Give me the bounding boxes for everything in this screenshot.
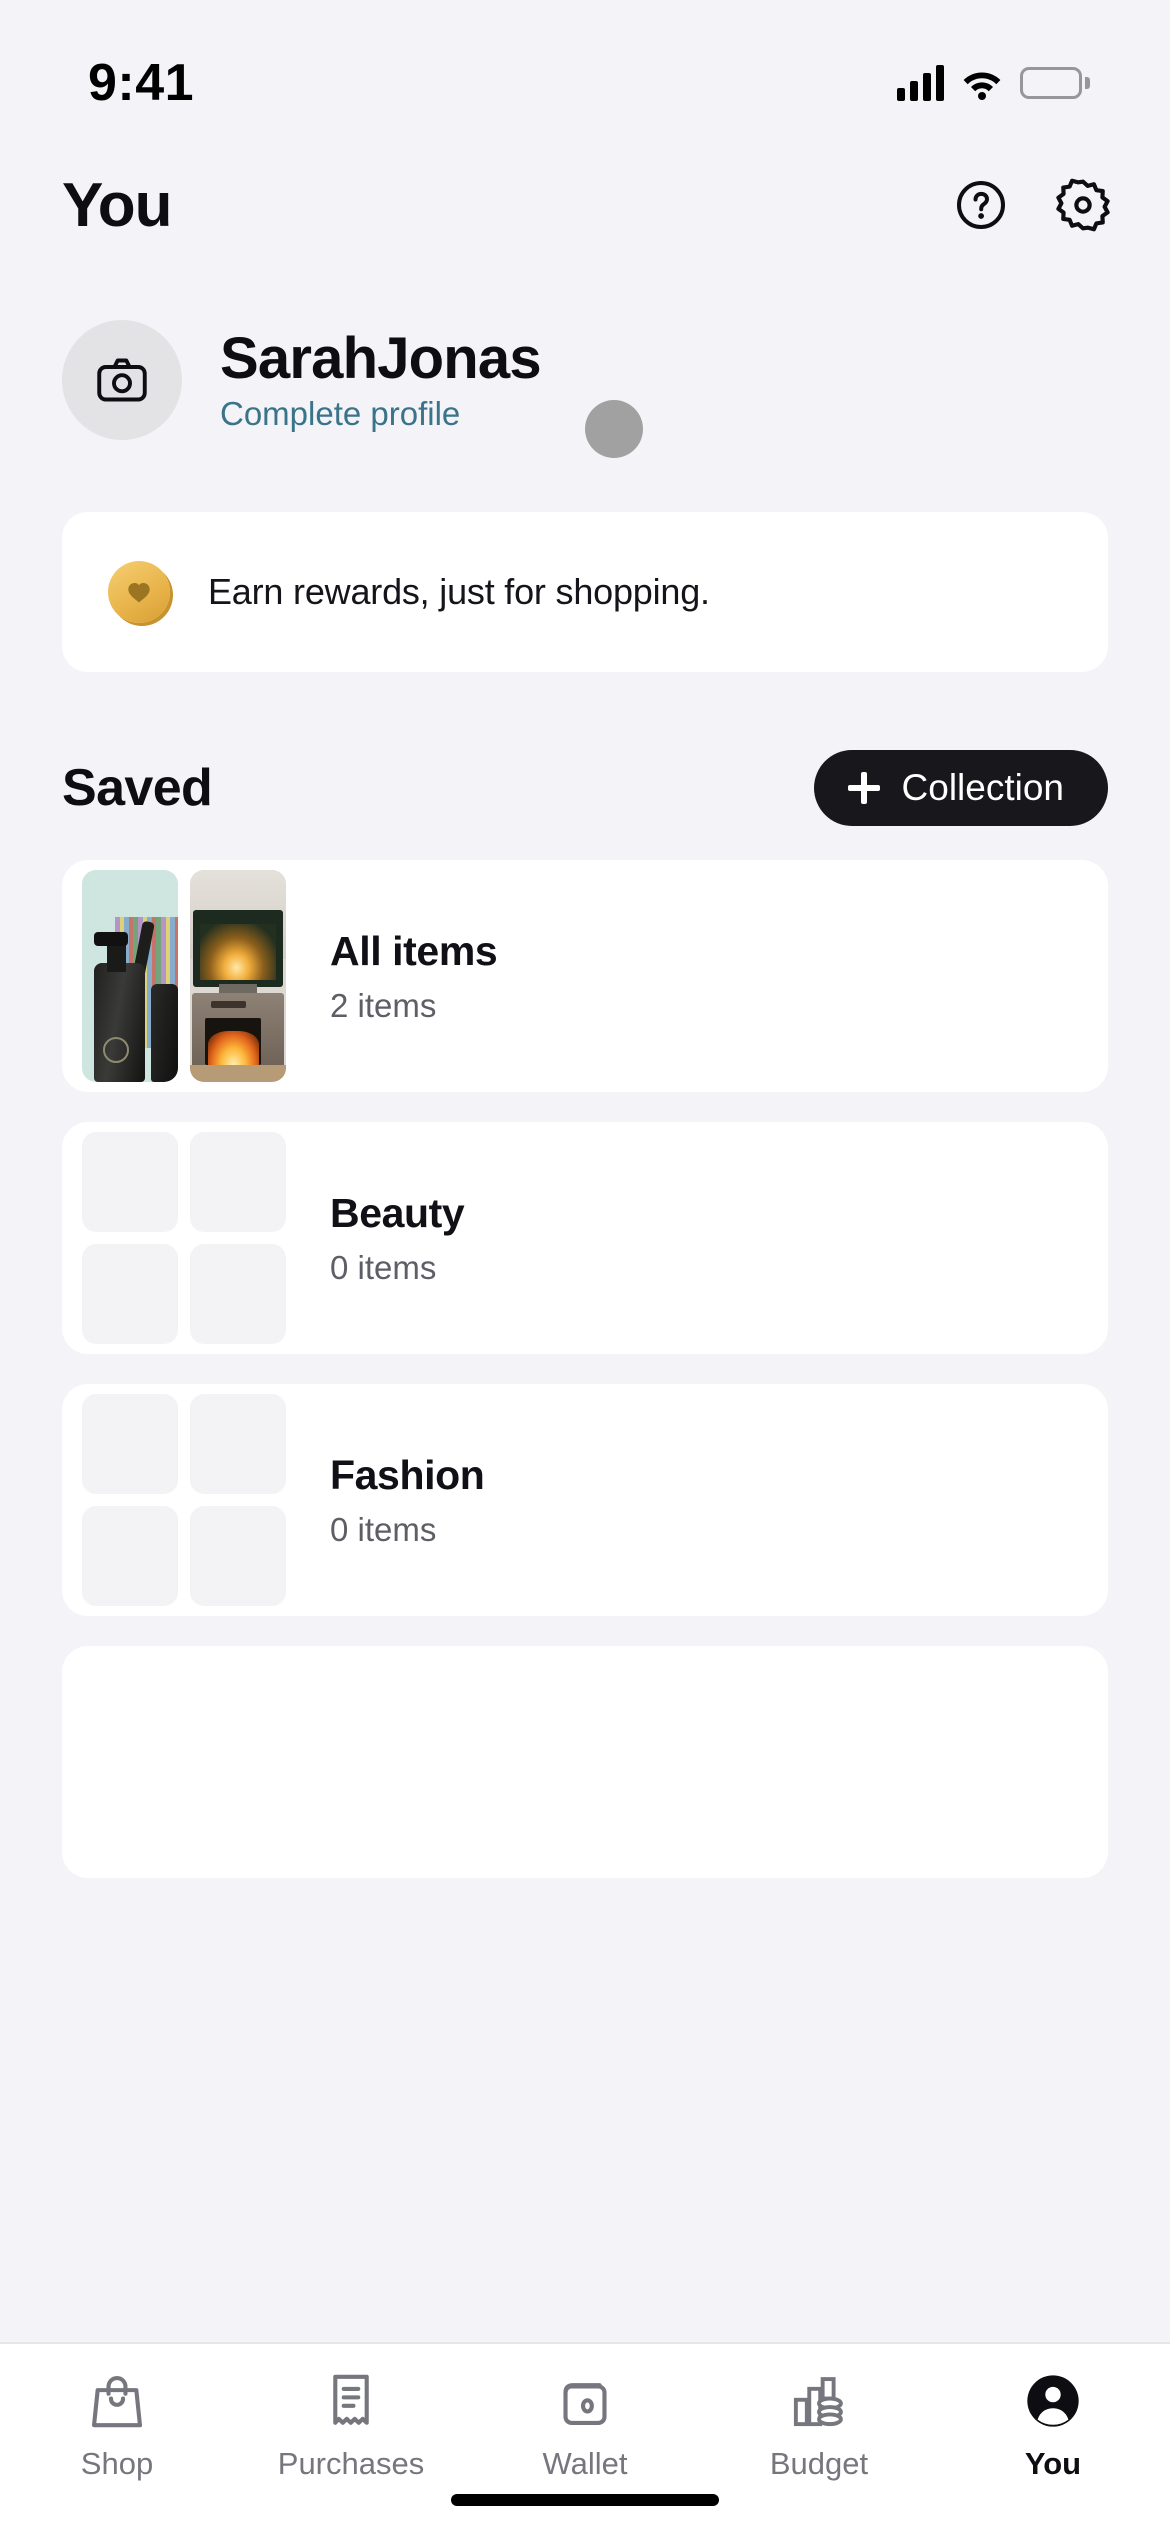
wifi-icon [960, 66, 1004, 100]
collection-info: Fashion 0 items [286, 1451, 485, 1549]
gear-icon[interactable] [1054, 176, 1112, 234]
tab-budget[interactable]: Budget [702, 2368, 936, 2482]
tab-label: Wallet [542, 2446, 628, 2481]
collection-name: All items [330, 927, 498, 974]
fireplace-tv-console-thumbnail [190, 870, 286, 1082]
status-bar: 9:41 [0, 0, 1170, 150]
profile-section: SarahJonas Complete profile [0, 260, 1170, 458]
placeholder-tile [190, 1394, 286, 1494]
collection-card-partial[interactable] [62, 1646, 1108, 1878]
collection-name: Fashion [330, 1451, 485, 1498]
collection-count: 0 items [330, 1510, 437, 1548]
navigation-header: You [0, 150, 1170, 260]
add-collection-button[interactable]: Collection [813, 750, 1108, 826]
placeholder-tile [190, 1506, 286, 1606]
page-title: You [62, 170, 172, 240]
placeholder-tile [190, 1132, 286, 1232]
collection-count: 0 items [330, 1248, 437, 1286]
tab-label: Budget [769, 2446, 869, 2481]
tab-wallet[interactable]: Wallet [468, 2368, 702, 2482]
placeholder-tile [82, 1394, 178, 1494]
rewards-banner[interactable]: Earn rewards, just for shopping. [62, 512, 1108, 672]
placeholder-tile [82, 1132, 178, 1232]
collection-card-beauty[interactable]: Beauty 0 items [62, 1122, 1108, 1354]
placeholder-tile [82, 1506, 178, 1606]
touch-indicator [585, 400, 643, 458]
placeholder-tile [82, 1244, 178, 1344]
collection-thumbnails [82, 870, 286, 1082]
tab-shop[interactable]: Shop [0, 2368, 234, 2482]
person-filled-icon [1025, 2368, 1081, 2434]
tab-you[interactable]: You [936, 2368, 1170, 2482]
shopping-bag-icon [90, 2368, 144, 2434]
camera-icon [97, 358, 147, 402]
app-screen: 9:41 You SarahJonas Complete profile Ear… [0, 0, 1170, 2532]
collection-info: All items 2 items [286, 927, 498, 1025]
wallet-icon [558, 2368, 612, 2434]
collection-name: Beauty [330, 1189, 465, 1236]
tab-label: Shop [80, 2446, 154, 2481]
tab-label: Purchases [277, 2446, 425, 2481]
collection-card-all-items[interactable]: All items 2 items [62, 860, 1108, 1092]
status-indicators [897, 49, 1090, 101]
saved-title: Saved [62, 759, 213, 817]
profile-name: SarahJonas [220, 326, 542, 392]
add-collection-label: Collection [901, 767, 1064, 808]
budget-chart-coins-icon [791, 2368, 847, 2434]
complete-profile-link[interactable]: Complete profile [220, 395, 541, 433]
black-pump-bottle-thumbnail [82, 870, 178, 1082]
saved-section-header: Saved Collection [0, 672, 1170, 826]
collection-list: All items 2 items Beauty 0 items Fashion… [0, 826, 1170, 1878]
avatar[interactable] [62, 320, 182, 440]
profile-text: SarahJonas Complete profile [220, 326, 542, 433]
battery-icon [1020, 67, 1090, 99]
rewards-text: Earn rewards, just for shopping. [208, 571, 710, 612]
collection-info: Beauty 0 items [286, 1189, 465, 1287]
collection-count: 2 items [330, 986, 437, 1024]
tab-purchases[interactable]: Purchases [234, 2368, 468, 2482]
gold-coin-heart-icon [108, 561, 170, 623]
empty-thumbnail-grid [82, 1132, 286, 1344]
help-circle-icon[interactable] [952, 176, 1010, 234]
plus-icon [847, 772, 880, 804]
status-time: 9:41 [88, 54, 195, 112]
receipt-icon [326, 2368, 376, 2434]
main-scroll-area[interactable]: SarahJonas Complete profile Earn rewards… [0, 260, 1170, 2342]
tab-label: You [1024, 2446, 1082, 2481]
collection-card-fashion[interactable]: Fashion 0 items [62, 1384, 1108, 1616]
header-actions [952, 176, 1112, 234]
placeholder-tile [190, 1244, 286, 1344]
empty-thumbnail-grid [82, 1394, 286, 1606]
home-indicator [451, 2494, 719, 2506]
cellular-signal-icon [897, 65, 944, 101]
